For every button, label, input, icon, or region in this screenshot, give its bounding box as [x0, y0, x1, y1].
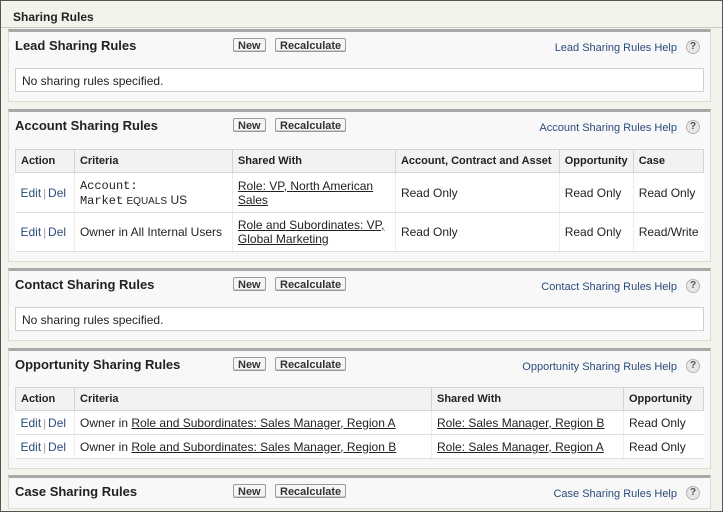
account-access-cell: Read Only: [394, 172, 560, 213]
criteria-cell: Account: Market EQUALS US: [73, 172, 233, 213]
criteria-value: US: [170, 192, 188, 207]
column-header: Criteria: [73, 149, 233, 173]
new-button[interactable]: New: [233, 484, 266, 498]
section-header: Case Sharing Rules New Recalculate Case …: [9, 478, 710, 506]
criteria-prefix: Owner in: [80, 415, 129, 430]
section-header: Contact Sharing Rules New Recalculate Co…: [9, 271, 710, 299]
help-icon[interactable]: ?: [686, 359, 700, 373]
column-header: Account, Contract and Asset: [394, 149, 560, 173]
opportunity-access-cell: Read Only: [558, 172, 634, 213]
table-row: Edit | Del Owner in Role and Subordinates:…: [15, 434, 704, 459]
criteria-cell: Owner in Role and Subordinates: Sales Ma…: [74, 410, 432, 435]
table-header-row: Action Criteria Shared With Account, Con…: [15, 149, 705, 173]
shared-with-link[interactable]: Role: Sales Manager, Region A: [437, 440, 604, 454]
empty-message: No sharing rules specified.: [15, 307, 704, 331]
edit-link[interactable]: Edit: [21, 440, 42, 454]
recalculate-button[interactable]: Recalculate: [275, 277, 347, 291]
recalculate-button[interactable]: Recalculate: [275, 118, 347, 132]
case-access-cell: Read/Write: [632, 212, 704, 252]
shared-with-cell: Role: Sales Manager, Region B: [431, 410, 624, 435]
criteria-role-link[interactable]: Role and Subordinates: Sales Manager, Re…: [131, 416, 395, 430]
help-link[interactable]: Case Sharing Rules Help: [553, 488, 677, 500]
column-header: Case: [632, 149, 705, 173]
new-button[interactable]: New: [233, 118, 266, 132]
delete-link[interactable]: Del: [48, 440, 66, 454]
help-link[interactable]: Lead Sharing Rules Help: [555, 42, 677, 54]
divider: [1, 27, 722, 28]
action-cell: Edit | Del: [15, 212, 75, 252]
case-access-cell: Read Only: [632, 172, 704, 213]
opportunity-sharing-section: Opportunity Sharing Rules New Recalculat…: [8, 348, 711, 469]
criteria-operator: EQUALS: [126, 195, 168, 207]
section-title: Case Sharing Rules: [15, 484, 138, 499]
case-sharing-section: Case Sharing Rules New Recalculate Case …: [8, 475, 711, 509]
edit-link[interactable]: Edit: [21, 416, 42, 430]
shared-with-link[interactable]: Role: VP, North American Sales: [238, 179, 373, 207]
delete-link[interactable]: Del: [48, 225, 66, 239]
opportunity-access-cell: Read Only: [558, 212, 634, 252]
new-button[interactable]: New: [233, 277, 266, 291]
criteria-cell: Owner in Role and Subordinates: Sales Ma…: [74, 434, 432, 459]
column-header: Action: [15, 149, 75, 173]
section-title: Account Sharing Rules: [15, 118, 159, 133]
opportunity-rules-table: Action Criteria Shared With Opportunity …: [15, 387, 704, 459]
opportunity-access-cell: Read Only: [623, 434, 704, 459]
section-title: Lead Sharing Rules: [15, 38, 137, 53]
help-icon[interactable]: ?: [686, 120, 700, 134]
help-icon[interactable]: ?: [686, 486, 700, 500]
lead-sharing-section: Lead Sharing Rules New Recalculate Lead …: [8, 29, 711, 102]
section-header: Account Sharing Rules New Recalculate Ac…: [9, 112, 710, 140]
column-header: Shared With: [231, 149, 396, 173]
opportunity-access-cell: Read Only: [623, 410, 704, 435]
criteria-object: Account:: [79, 178, 138, 193]
new-button[interactable]: New: [233, 357, 266, 371]
page-title: Sharing Rules: [13, 10, 94, 24]
section-header: Opportunity Sharing Rules New Recalculat…: [9, 351, 710, 379]
table-row: Edit | Del Owner in All Internal Users Rol…: [15, 212, 704, 252]
help-link[interactable]: Account Sharing Rules Help: [539, 122, 677, 134]
section-title: Contact Sharing Rules: [15, 277, 155, 292]
criteria-cell: Owner in All Internal Users: [73, 212, 233, 252]
help-link[interactable]: Contact Sharing Rules Help: [541, 281, 677, 293]
section-header: Lead Sharing Rules New Recalculate Lead …: [9, 32, 710, 60]
column-header: Shared With: [431, 387, 624, 411]
column-header: Action: [15, 387, 75, 411]
criteria-field: Market: [79, 193, 124, 208]
contact-sharing-section: Contact Sharing Rules New Recalculate Co…: [8, 268, 711, 341]
help-link[interactable]: Opportunity Sharing Rules Help: [522, 361, 677, 373]
shared-with-link[interactable]: Role: Sales Manager, Region B: [437, 416, 604, 430]
shared-with-cell: Role: Sales Manager, Region A: [431, 434, 624, 459]
account-rules-table: Action Criteria Shared With Account, Con…: [15, 149, 705, 252]
action-cell: Edit | Del: [15, 172, 75, 213]
shared-with-link[interactable]: Role and Subordinates: VP, Global Market…: [238, 218, 385, 246]
edit-link[interactable]: Edit: [21, 225, 42, 239]
help-icon[interactable]: ?: [686, 40, 700, 54]
action-cell: Edit | Del: [15, 434, 75, 459]
column-header: Opportunity: [558, 149, 634, 173]
edit-link[interactable]: Edit: [21, 186, 42, 200]
column-header: Opportunity: [623, 387, 704, 411]
empty-message: No sharing rules specified.: [15, 68, 704, 92]
new-button[interactable]: New: [233, 38, 266, 52]
criteria-prefix: Owner in: [80, 439, 129, 454]
table-header-row: Action Criteria Shared With Opportunity: [15, 387, 704, 411]
table-row: Edit | Del Account: Market EQUALS US Role:…: [15, 172, 704, 213]
recalculate-button[interactable]: Recalculate: [275, 484, 347, 498]
delete-link[interactable]: Del: [48, 186, 66, 200]
account-sharing-section: Account Sharing Rules New Recalculate Ac…: [8, 109, 711, 262]
section-title: Opportunity Sharing Rules: [15, 357, 181, 372]
shared-with-cell: Role and Subordinates: VP, Global Market…: [231, 212, 396, 252]
column-header: Criteria: [74, 387, 432, 411]
shared-with-cell: Role: VP, North American Sales: [231, 172, 396, 213]
criteria-role-link[interactable]: Role and Subordinates: Sales Manager, Re…: [131, 440, 396, 454]
help-icon[interactable]: ?: [686, 279, 700, 293]
recalculate-button[interactable]: Recalculate: [275, 357, 347, 371]
recalculate-button[interactable]: Recalculate: [275, 38, 347, 52]
action-cell: Edit | Del: [15, 410, 75, 435]
account-access-cell: Read Only: [394, 212, 560, 252]
delete-link[interactable]: Del: [48, 416, 66, 430]
table-row: Edit | Del Owner in Role and Subordinates:…: [15, 410, 704, 435]
